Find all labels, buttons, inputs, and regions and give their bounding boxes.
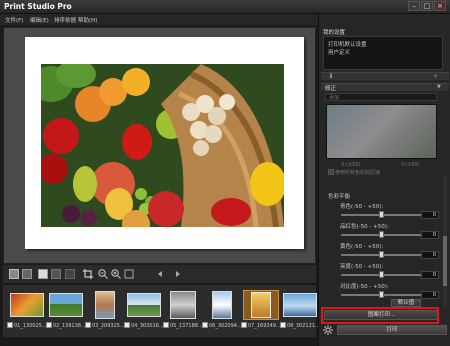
thumbnail-5-label[interactable]: 05_137188...: [163, 322, 203, 329]
maximize-button[interactable]: □: [421, 1, 433, 11]
cyan-label: 青色(-50 - +50):: [340, 204, 384, 210]
zoom-out-icon[interactable]: [98, 269, 108, 279]
brightness-slider-knob[interactable]: [379, 271, 384, 278]
info-icon[interactable]: i: [330, 73, 332, 80]
magenta-label: 品红色(-50 - +50):: [340, 224, 389, 230]
thumbnail-7-label[interactable]: 07_169349...: [241, 322, 281, 329]
add-icon[interactable]: +: [433, 73, 438, 80]
cyan-slider[interactable]: [341, 211, 421, 218]
settings-panel: 我的设置 打印机默认设置 用户定义 i + 修正 ▼ 添加 X:(±50) Y:…: [318, 14, 450, 346]
thumbnail-8-label[interactable]: 08_302121...: [280, 322, 320, 329]
thumbnail-4-label[interactable]: 04_303016...: [124, 322, 164, 329]
correction-title: 修正: [325, 86, 337, 92]
thumbnail-1-label[interactable]: 01_130025...: [7, 322, 47, 329]
close-button[interactable]: ×: [434, 1, 446, 11]
thumbnail-2-label[interactable]: 02_139138...: [46, 322, 86, 329]
cyan-value[interactable]: 0: [421, 211, 439, 219]
thumbnail-3-label[interactable]: 03_209325...: [85, 322, 125, 329]
menu-bar: 文件(F) 编辑(E) 排序依据 帮助(H): [0, 14, 318, 25]
settings-item-user[interactable]: 用户定义: [328, 48, 350, 56]
menu-file[interactable]: 文件(F): [5, 16, 23, 24]
x-coord-label: X:(±50): [341, 162, 361, 168]
menu-help[interactable]: 帮助(H): [78, 16, 97, 24]
settings-item-default[interactable]: 打印机默认设置: [328, 40, 367, 48]
contrast-slider-knob[interactable]: [379, 291, 384, 298]
collapse-icon[interactable]: ▼: [437, 84, 441, 90]
y-coord-label: Y:(±50): [401, 162, 420, 168]
thumbnail-4[interactable]: [126, 290, 162, 320]
zoom-in-icon[interactable]: [111, 269, 121, 279]
yellow-slider-knob[interactable]: [379, 251, 384, 258]
crop-icon[interactable]: [83, 269, 93, 279]
menu-sort[interactable]: 排序依据: [54, 16, 76, 24]
app-title: Print Studio Pro: [4, 2, 72, 11]
full-page-icon[interactable]: [22, 269, 32, 279]
correction-header: 修正 ▼: [321, 83, 449, 92]
title-bar: Print Studio Pro – □ ×: [0, 0, 450, 14]
thumbnail-6[interactable]: [204, 290, 240, 320]
thumbnail-strip: 01_130025... 02_139138... 03_209325... 0…: [3, 284, 320, 337]
thumbnail-2[interactable]: [48, 290, 84, 320]
brightness-slider[interactable]: [341, 271, 421, 278]
magenta-slider-knob[interactable]: [379, 231, 384, 238]
contrast-slider[interactable]: [341, 291, 421, 298]
correction-dropdown[interactable]: 添加: [325, 93, 437, 101]
default-button[interactable]: 默认值: [391, 299, 421, 307]
panel-scrollbar-thumb[interactable]: [443, 236, 447, 286]
contrast-value[interactable]: 0: [421, 291, 439, 299]
grid-icon[interactable]: [65, 269, 75, 279]
fruit-basket-image: [41, 64, 284, 227]
prev-page-icon[interactable]: [155, 269, 165, 279]
use-all-colors-checkbox[interactable]: 使用所有色彩的区域: [328, 169, 380, 176]
yellow-value[interactable]: 0: [421, 251, 439, 259]
paper-preview: [25, 37, 304, 249]
preview-photo: [41, 64, 284, 227]
panel-scrollbar[interactable]: [443, 176, 447, 308]
layout-icon[interactable]: [51, 269, 61, 279]
fit-page-icon[interactable]: [9, 269, 19, 279]
preview-area: [3, 27, 316, 264]
yellow-slider[interactable]: [341, 251, 421, 258]
view-toolbar: [3, 265, 316, 283]
thumbnail-8[interactable]: [282, 290, 318, 320]
color-adjust-preview[interactable]: [326, 104, 437, 159]
color-balance-title: 色彩平衡: [328, 194, 351, 200]
my-settings-title: 我的设置: [323, 30, 346, 36]
thumbnail-5[interactable]: [165, 290, 201, 320]
cyan-slider-knob[interactable]: [379, 211, 384, 218]
menu-edit[interactable]: 编辑(E): [30, 16, 49, 24]
thumbnail-7[interactable]: [243, 290, 279, 320]
highlight-frame: [321, 307, 439, 324]
gear-icon[interactable]: [323, 325, 333, 335]
print-button[interactable]: 打印: [337, 325, 447, 335]
brightness-label: 亮度(-50 - +50):: [340, 264, 384, 270]
text-icon[interactable]: [38, 269, 48, 279]
next-page-icon[interactable]: [173, 269, 183, 279]
magenta-slider[interactable]: [341, 231, 421, 238]
magenta-value[interactable]: 0: [421, 231, 439, 239]
info-bar: i +: [321, 72, 449, 80]
fit-window-icon[interactable]: [124, 269, 134, 279]
thumbnail-6-label[interactable]: 06_302094...: [202, 322, 242, 329]
thumbnail-3[interactable]: [87, 290, 123, 320]
minimize-button[interactable]: –: [408, 1, 420, 11]
brightness-value[interactable]: 0: [421, 271, 439, 279]
yellow-label: 黄色(-50 - +50):: [340, 244, 384, 250]
settings-list: 打印机默认设置 用户定义: [323, 36, 443, 70]
thumbnail-1[interactable]: [9, 290, 45, 320]
contrast-label: 对比度(-50 - +50):: [340, 284, 389, 290]
